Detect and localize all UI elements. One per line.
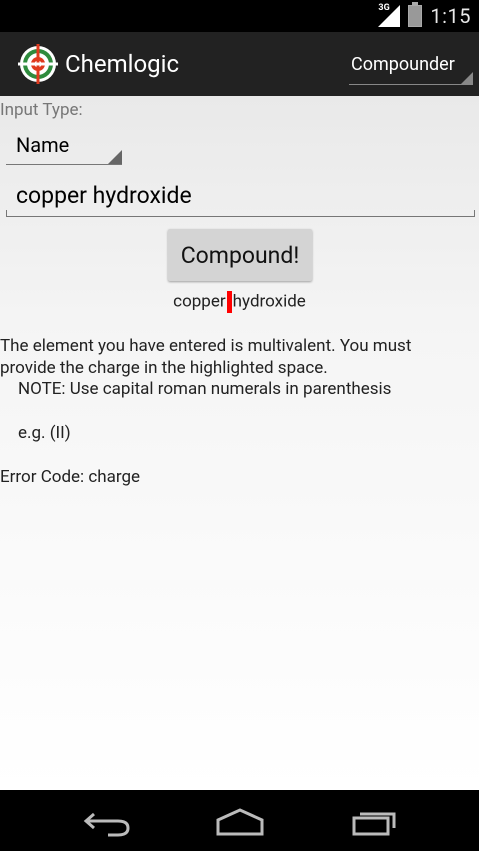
status-icons: 3G 1:15 [378,2,471,29]
network-type-label: 3G [378,3,390,13]
preview-before: copper [173,291,226,312]
example-text: e.g. (II) [18,423,71,443]
recents-icon[interactable] [348,804,404,838]
clock: 1:15 [430,4,471,28]
result-preview: copper hydroxide [0,291,479,313]
home-icon[interactable] [212,804,268,838]
action-bar: Chemlogic Compounder [0,32,479,96]
status-bar: 3G 1:15 [0,0,479,32]
main-content: Input Type: Name copper hydroxide Compou… [0,96,479,790]
note-text: NOTE: Use capital roman numerals in pare… [18,379,392,399]
back-icon[interactable] [80,804,136,838]
cell-signal-icon: 3G [378,3,401,27]
compound-button[interactable]: Compound! [168,229,312,281]
compound-input-field[interactable]: copper hydroxide [6,180,475,217]
mode-spinner[interactable]: Compounder [349,50,473,85]
chemlogic-logo-icon[interactable] [18,44,58,84]
input-type-value: Name [16,133,70,157]
spinner-arrow-icon [108,150,122,164]
preview-after: hydroxide [232,291,306,312]
mode-spinner-label: Compounder [351,54,455,75]
charge-highlight [226,291,232,313]
app-title: Chemlogic [65,50,180,78]
navigation-bar [0,790,479,851]
input-type-label: Input Type: [0,100,83,120]
error-message: The element you have entered is multival… [0,336,412,378]
compound-input-value: copper hydroxide [16,182,192,209]
spinner-arrow-icon [461,72,473,84]
error-code: Error Code: charge [0,467,141,487]
battery-icon [408,2,423,27]
input-type-spinner[interactable]: Name [6,128,122,165]
